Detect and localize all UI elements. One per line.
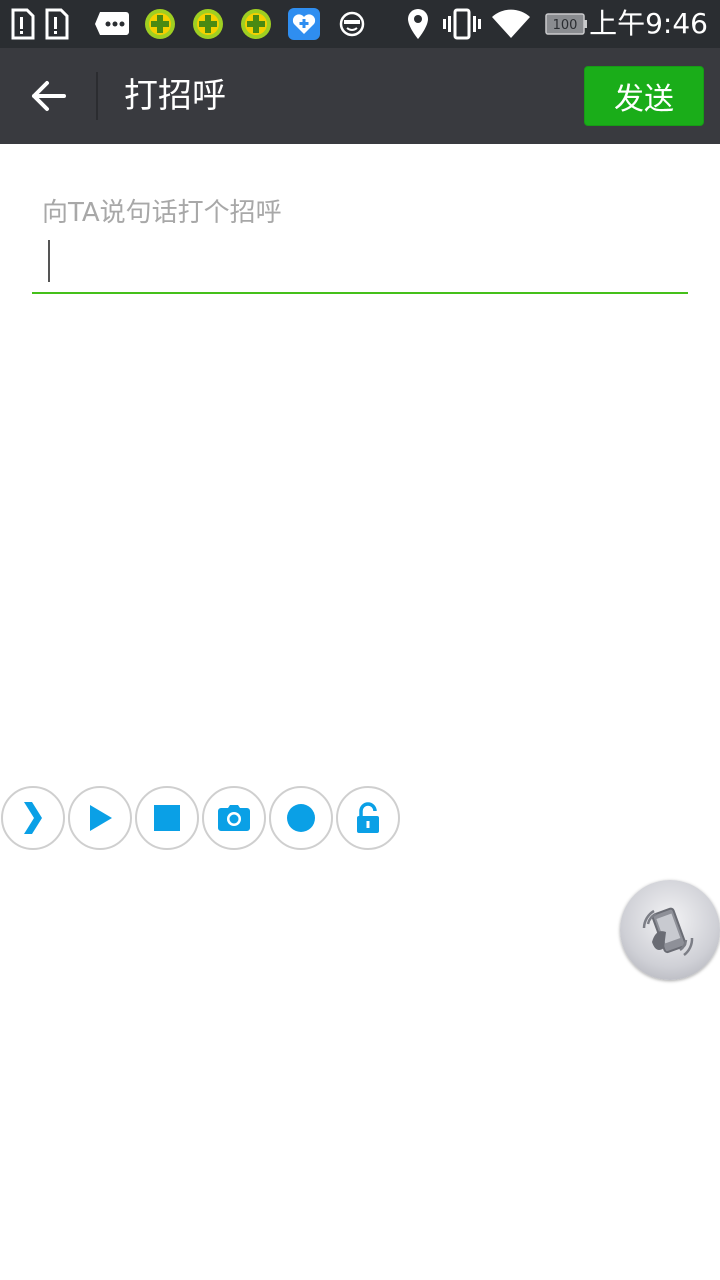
record-icon bbox=[287, 804, 315, 832]
play-button[interactable] bbox=[68, 786, 132, 850]
arrow-left-icon bbox=[32, 81, 66, 111]
stop-icon bbox=[154, 805, 180, 831]
unlock-icon bbox=[357, 802, 379, 833]
collapse-chevron-icon bbox=[24, 802, 42, 834]
location-icon bbox=[404, 0, 432, 48]
360-security-icon bbox=[192, 0, 224, 48]
page-title: 打招呼 bbox=[124, 76, 226, 116]
face-icon bbox=[338, 0, 366, 48]
back-button[interactable] bbox=[18, 66, 78, 126]
sim-card-2-icon bbox=[42, 0, 70, 48]
send-button[interactable]: 发送 bbox=[584, 66, 704, 126]
clock: 上午9:46 bbox=[589, 7, 708, 40]
battery-level: 100 bbox=[553, 18, 578, 33]
input-underline bbox=[32, 292, 688, 294]
phone-shake-icon bbox=[642, 907, 694, 957]
record-button[interactable] bbox=[269, 786, 333, 850]
sim-card-1-icon bbox=[8, 0, 36, 48]
input-placeholder: 向TA说句话打个招呼 bbox=[42, 198, 282, 228]
status-bar: 100 上午9:46 bbox=[0, 0, 720, 48]
health-icon bbox=[286, 0, 322, 48]
360-security-icon bbox=[144, 0, 176, 48]
floating-assist-button[interactable] bbox=[620, 880, 720, 980]
vibrate-icon bbox=[442, 0, 482, 48]
screenshot-button[interactable] bbox=[202, 786, 266, 850]
app-bar: 打招呼 发送 bbox=[0, 48, 720, 144]
text-caret bbox=[48, 240, 50, 282]
play-icon bbox=[90, 805, 112, 831]
message-icon bbox=[94, 0, 130, 48]
greeting-input[interactable]: 向TA说句话打个招呼 bbox=[32, 180, 688, 294]
battery-icon: 100 bbox=[544, 0, 588, 48]
stop-button[interactable] bbox=[135, 786, 199, 850]
app-bar-divider bbox=[96, 72, 98, 120]
unlock-button[interactable] bbox=[336, 786, 400, 850]
collapse-toolbar-button[interactable] bbox=[1, 786, 65, 850]
camera-icon bbox=[218, 805, 250, 831]
wifi-icon bbox=[490, 0, 532, 48]
360-security-icon bbox=[240, 0, 272, 48]
